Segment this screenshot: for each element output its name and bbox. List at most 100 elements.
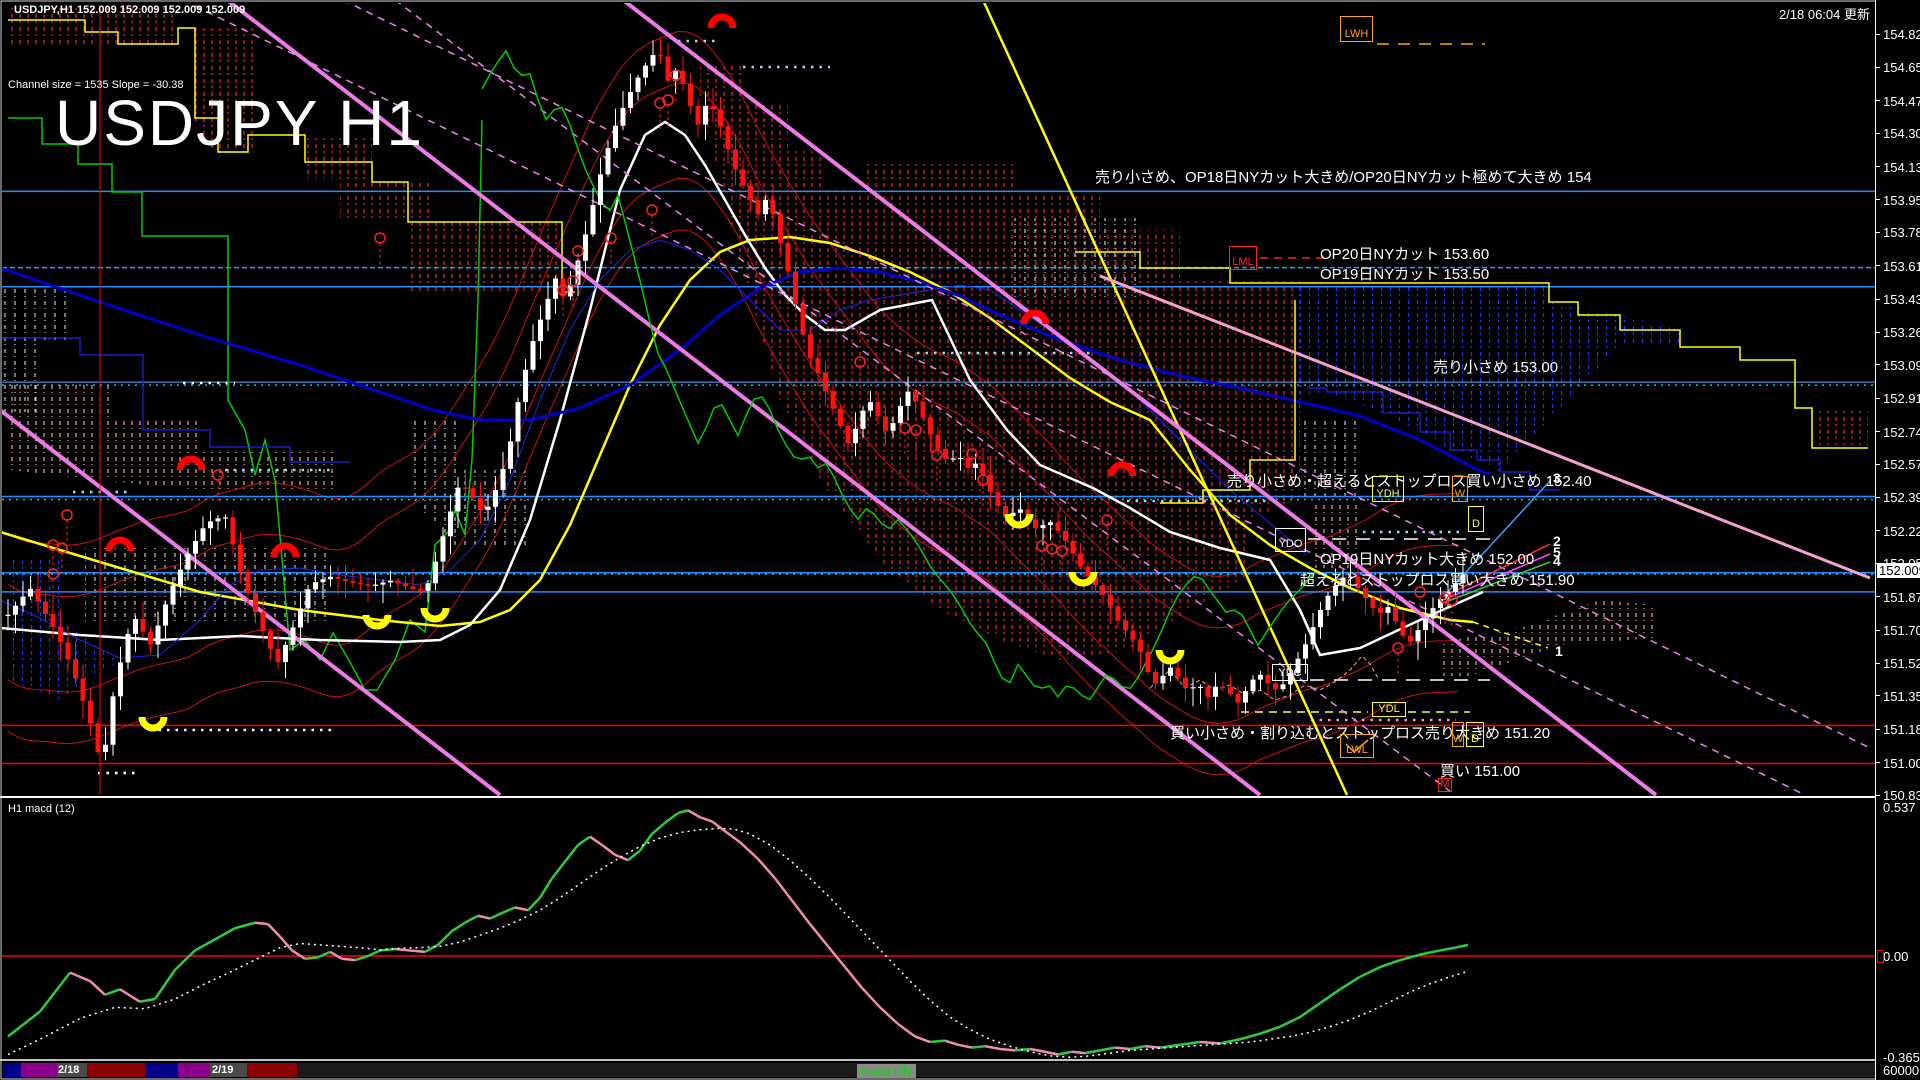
candle-body bbox=[1318, 610, 1323, 628]
price-axis-label: 152.740 bbox=[1883, 424, 1920, 440]
candle-body bbox=[958, 457, 963, 460]
axis-tick bbox=[1876, 231, 1880, 233]
candle-body bbox=[658, 54, 663, 57]
candle-body bbox=[403, 583, 408, 587]
candle-body bbox=[230, 517, 236, 545]
pivot-box-m[interactable]: M bbox=[1438, 778, 1452, 792]
candle-body bbox=[1033, 519, 1038, 528]
candle-body bbox=[748, 185, 753, 200]
price-axis-label: 152.570 bbox=[1883, 457, 1920, 473]
price-axis-label: 152.220 bbox=[1883, 523, 1920, 539]
candle-body bbox=[770, 199, 776, 215]
candle-body bbox=[815, 358, 821, 373]
candle-body bbox=[193, 541, 198, 554]
session-segment bbox=[247, 1063, 297, 1077]
axis-tick bbox=[1876, 66, 1880, 68]
price-axis-label: 151.355 bbox=[1883, 688, 1920, 704]
price-axis-label: 151.875 bbox=[1883, 589, 1920, 605]
axis-tick bbox=[1876, 496, 1880, 498]
candle-body bbox=[988, 474, 993, 492]
pivot-box-w[interactable]: W bbox=[1452, 476, 1468, 502]
candle-body bbox=[530, 341, 536, 370]
price-axis-label: 153.090 bbox=[1883, 357, 1920, 373]
candle-body bbox=[305, 589, 311, 609]
price-axis-label: 151.005 bbox=[1883, 755, 1920, 771]
chart-canvas[interactable] bbox=[0, 0, 1877, 1080]
candle-body bbox=[1453, 583, 1458, 592]
candle-body bbox=[268, 630, 273, 649]
candle-body bbox=[365, 584, 371, 586]
candle-body bbox=[290, 627, 296, 645]
candle-body bbox=[103, 744, 108, 753]
candle-body bbox=[763, 199, 768, 215]
candle-body bbox=[1018, 509, 1023, 513]
candle-body bbox=[1355, 576, 1361, 589]
price-axis-label: 153.785 bbox=[1883, 225, 1920, 241]
price-axis-label: 153.610 bbox=[1883, 258, 1920, 274]
pivot-box-w[interactable]: W bbox=[1452, 722, 1464, 747]
candle-body bbox=[43, 601, 48, 615]
axis-tick bbox=[1876, 298, 1880, 300]
price-axis-label: 154.475 bbox=[1883, 93, 1920, 109]
axis-tick bbox=[1876, 33, 1880, 35]
candle-body bbox=[1460, 574, 1466, 584]
session-segment bbox=[21, 1063, 57, 1077]
candle-body bbox=[1393, 607, 1398, 622]
candle-body bbox=[433, 561, 438, 584]
pivot-box-ydl[interactable]: YDL bbox=[1372, 702, 1406, 717]
pivot-box-d[interactable]: D bbox=[1468, 506, 1484, 532]
candle-body bbox=[845, 425, 851, 444]
candle-body bbox=[1153, 671, 1158, 684]
candle-body bbox=[1310, 627, 1316, 645]
axis-tick bbox=[1876, 695, 1880, 697]
candle-body bbox=[1055, 522, 1061, 531]
trading-chart-window: USDJPY,H1 152.009 152.009 152.009 152.00… bbox=[0, 0, 1920, 1080]
candle-body bbox=[710, 106, 716, 110]
candle-body bbox=[410, 586, 416, 589]
session-date-2/19: 2/19 bbox=[212, 1064, 234, 1076]
price-axis-label: 152.915 bbox=[1883, 391, 1920, 407]
session-date-2/18: 2/18 bbox=[58, 1064, 80, 1076]
pivot-box-ydc[interactable]: YDC bbox=[1272, 664, 1308, 681]
candle-body bbox=[238, 544, 243, 572]
pivot-box-lwl[interactable]: LWL bbox=[1340, 734, 1374, 758]
candle-body bbox=[1040, 525, 1046, 528]
candle-body bbox=[1130, 630, 1136, 640]
axis-tick bbox=[1876, 397, 1880, 399]
pivot-box-ydh[interactable]: YDH bbox=[1372, 476, 1404, 502]
candle-body bbox=[898, 405, 903, 424]
candle-body bbox=[1115, 606, 1121, 621]
price-axis-label: 154.305 bbox=[1883, 126, 1920, 142]
candle-body bbox=[1385, 607, 1391, 613]
price-axis-label: 153.260 bbox=[1883, 325, 1920, 341]
candle-body bbox=[800, 304, 806, 335]
candle-body bbox=[1280, 684, 1286, 690]
price-axis: 154.825 154.650 154.475 154.305 154.130 153.9… bbox=[1875, 0, 1920, 1080]
candle-body bbox=[80, 678, 86, 701]
pivot-box-ydo[interactable]: YDO bbox=[1275, 528, 1306, 552]
candle-body bbox=[1108, 594, 1113, 607]
macd-toggle-label[interactable]: macd ON bbox=[857, 1064, 916, 1078]
candle-body bbox=[875, 402, 881, 417]
pivot-box-lwh[interactable]: LWH bbox=[1340, 16, 1373, 42]
candle-body bbox=[313, 582, 318, 590]
candle-body bbox=[860, 410, 866, 429]
candle-body bbox=[395, 580, 401, 584]
candle-body bbox=[155, 625, 161, 645]
session-segment bbox=[87, 1063, 146, 1077]
candle-body bbox=[5, 614, 11, 616]
price-axis-label: 153.435 bbox=[1883, 292, 1920, 308]
axis-tick bbox=[1876, 166, 1880, 168]
candle-body bbox=[973, 463, 978, 468]
candle-body bbox=[388, 580, 393, 583]
candle-body bbox=[1400, 621, 1406, 636]
axis-tick bbox=[1876, 596, 1880, 598]
pivot-box-d[interactable]: D bbox=[1466, 722, 1484, 747]
candle-body bbox=[208, 521, 213, 529]
macd-main-line bbox=[341, 957, 356, 962]
price-axis-label: 154.650 bbox=[1883, 60, 1920, 76]
candle-body bbox=[35, 588, 41, 602]
price-axis-label: 154.825 bbox=[1883, 27, 1920, 42]
pivot-box-lml[interactable]: LML bbox=[1229, 246, 1257, 270]
candle-body bbox=[455, 487, 461, 512]
